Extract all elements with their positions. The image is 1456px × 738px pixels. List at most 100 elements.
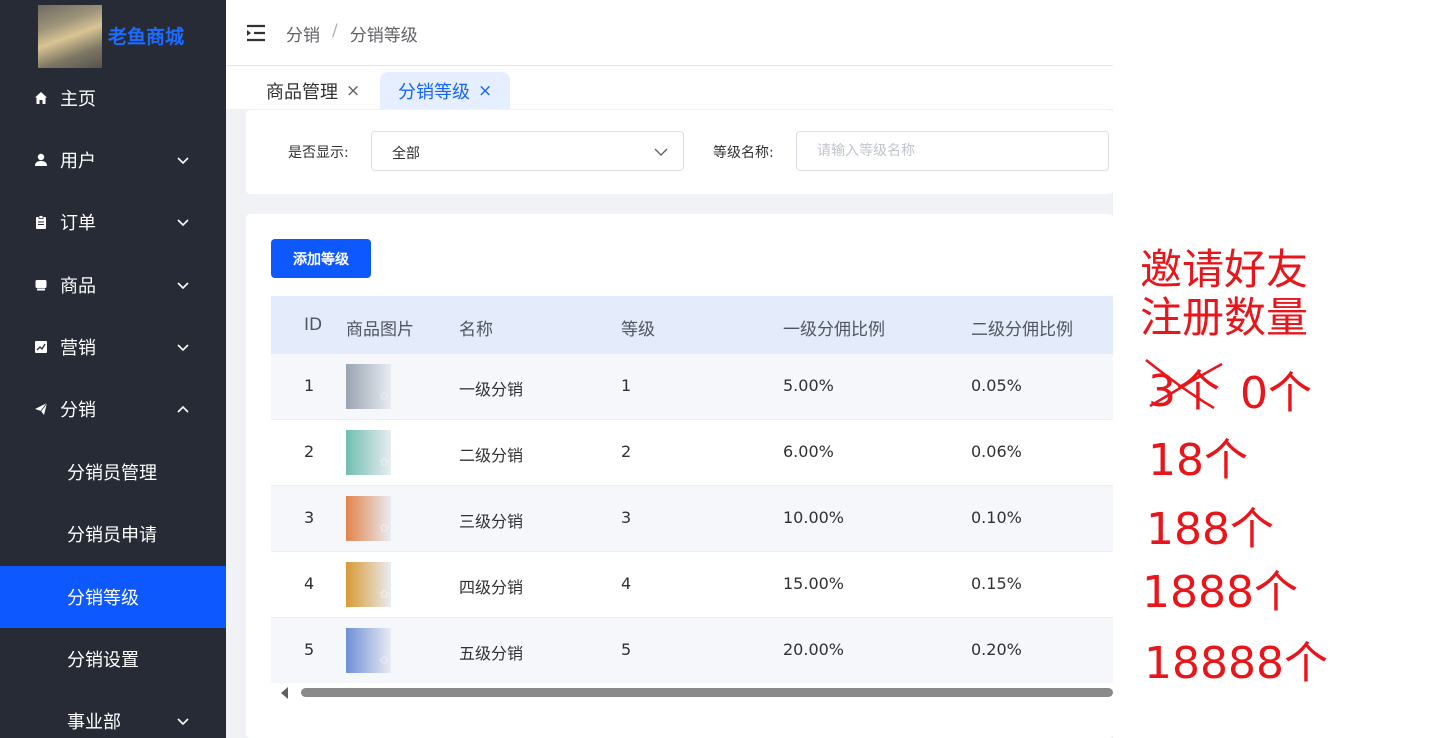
table-header: ID 商品图片 名称 等级 一级分佣比例 二级分佣比例 <box>271 296 1113 354</box>
table-row[interactable]: 2 二级分销 2 6.00% 0.06% ✩ <box>271 420 1113 486</box>
cell-level: 2 <box>621 442 632 461</box>
sidebar-subitem-label: 分销员申请 <box>67 525 157 546</box>
sidebar-item-products[interactable]: 商品 <box>0 254 226 316</box>
cell-rate2: 0.10% <box>971 508 1022 527</box>
sidebar-item-business-unit[interactable]: 事业部 <box>0 690 226 738</box>
medal-icon: ✩ <box>378 389 390 403</box>
column-header-rate2: 二级分佣比例 <box>971 320 1073 340</box>
cell-rate2: 0.15% <box>971 574 1022 593</box>
tab-label: 商品管理 <box>266 81 338 103</box>
tab-distribution-level[interactable]: 分销等级 × <box>380 72 511 109</box>
cell-id: 2 <box>304 442 315 461</box>
level-name-label: 等级名称: <box>713 145 774 161</box>
cell-rate2: 0.20% <box>971 640 1022 659</box>
table-row[interactable]: 1 一级分销 1 5.00% 0.05% ✩ <box>271 354 1113 420</box>
sidebar-item-home[interactable]: 主页 <box>0 67 226 129</box>
cell-name: 二级分销 <box>459 446 524 465</box>
sidebar: 老鱼商城 主页 用户 订单 商品 营销 分销 分销员管理 分销员申请 分销等级 … <box>0 0 226 738</box>
annotation-line: 18个 <box>1148 435 1248 486</box>
annotation-line: 1888个 <box>1142 567 1298 618</box>
sidebar-subitem-label: 分销设置 <box>67 650 139 671</box>
clipboard-icon <box>32 213 50 231</box>
cell-rate1: 20.00% <box>783 640 845 659</box>
chevron-down-icon <box>654 148 668 156</box>
cell-rate2: 0.05% <box>971 376 1022 395</box>
sidebar-subitem-label: 分销等级 <box>67 588 139 609</box>
table-row[interactable]: 4 四级分销 4 15.00% 0.15% ✩ <box>271 552 1113 618</box>
annotation-line: 188个 <box>1146 504 1274 555</box>
medal-icon: ✩ <box>378 587 390 601</box>
chevron-down-icon <box>177 157 189 165</box>
cell-rate1: 15.00% <box>783 574 845 593</box>
annotation-line: 0个 <box>1240 368 1312 419</box>
cell-id: 4 <box>304 574 315 593</box>
sidebar-subitem-label: 分销员管理 <box>67 463 157 484</box>
table-row[interactable]: 3 三级分销 3 10.00% 0.10% ✩ <box>271 486 1113 552</box>
tab-bar: 商品管理 × 分销等级 × <box>226 66 1113 109</box>
close-icon[interactable]: × <box>478 81 492 101</box>
cell-level: 3 <box>621 508 632 527</box>
admin-app: 老鱼商城 主页 用户 订单 商品 营销 分销 分销员管理 分销员申请 分销等级 … <box>0 0 1113 738</box>
sidebar-item-orders[interactable]: 订单 <box>0 191 226 253</box>
sidebar-subitem-distribution-settings[interactable]: 分销设置 <box>0 628 226 690</box>
scrollbar-thumb[interactable] <box>301 688 1113 697</box>
cell-id: 3 <box>304 508 315 527</box>
product-thumbnail[interactable]: ✩ <box>346 364 391 409</box>
close-icon[interactable]: × <box>346 81 360 101</box>
sidebar-item-label: 营销 <box>60 338 96 359</box>
chevron-down-icon <box>177 282 189 290</box>
column-header-rate1: 一级分佣比例 <box>783 320 885 340</box>
sidebar-subitem-distributor-apply[interactable]: 分销员申请 <box>0 503 226 565</box>
chart-icon <box>32 338 50 356</box>
sidebar-subitem-distributor-manage[interactable]: 分销员管理 <box>0 441 226 503</box>
logo-text: 老鱼商城 <box>108 26 185 48</box>
breadcrumb-item-distribution[interactable]: 分销 <box>286 21 320 46</box>
cell-level: 1 <box>621 376 632 395</box>
product-thumbnail[interactable]: ✩ <box>346 628 391 673</box>
filter-panel: 是否显示: 全部 等级名称: <box>246 110 1113 194</box>
cell-name: 一级分销 <box>459 380 524 399</box>
medal-icon: ✩ <box>378 455 390 469</box>
tab-label: 分销等级 <box>398 81 470 103</box>
sidebar-item-label: 订单 <box>60 213 96 234</box>
show-filter-label: 是否显示: <box>288 145 349 161</box>
add-level-button[interactable]: 添加等级 <box>271 239 371 278</box>
home-icon <box>32 89 50 107</box>
sidebar-item-label: 分销 <box>60 400 96 421</box>
product-thumbnail[interactable]: ✩ <box>346 496 391 541</box>
cell-name: 四级分销 <box>459 578 524 597</box>
sidebar-item-label: 主页 <box>60 89 96 110</box>
send-icon <box>32 400 50 418</box>
breadcrumb-item-current: 分销等级 <box>349 26 418 46</box>
logo-image <box>38 5 102 68</box>
user-icon <box>32 151 50 169</box>
chevron-down-icon <box>177 219 189 227</box>
sidebar-item-users[interactable]: 用户 <box>0 129 226 191</box>
chevron-down-icon <box>177 718 189 726</box>
menu-fold-icon[interactable] <box>246 24 266 42</box>
show-select[interactable]: 全部 <box>371 131 684 171</box>
cell-rate2: 0.06% <box>971 442 1022 461</box>
sidebar-item-distribution[interactable]: 分销 <box>0 378 226 440</box>
strikethrough-mark <box>1145 359 1223 410</box>
sidebar-subitem-distribution-level[interactable]: 分销等级 <box>0 566 226 628</box>
sidebar-item-marketing[interactable]: 营销 <box>0 316 226 378</box>
table-panel: 添加等级 ID 商品图片 名称 等级 一级分佣比例 二级分佣比例 1 一级分销 1 5… <box>246 214 1113 738</box>
product-thumbnail[interactable]: ✩ <box>346 430 391 475</box>
cell-level: 4 <box>621 574 632 593</box>
logo[interactable]: 老鱼商城 <box>0 0 226 70</box>
sidebar-item-label: 商品 <box>60 276 96 297</box>
horizontal-scrollbar[interactable] <box>271 683 1113 701</box>
column-header-image: 商品图片 <box>346 320 414 340</box>
scroll-left-icon[interactable] <box>281 687 288 699</box>
cell-id: 5 <box>304 640 315 659</box>
breadcrumb-separator: / <box>332 21 338 41</box>
sidebar-item-label: 用户 <box>60 151 96 172</box>
level-name-input[interactable] <box>796 131 1109 171</box>
cell-rate1: 10.00% <box>783 508 845 527</box>
table-row[interactable]: 5 五级分销 5 20.00% 0.20% ✩ <box>271 618 1113 684</box>
product-thumbnail[interactable]: ✩ <box>346 562 391 607</box>
chevron-down-icon <box>177 344 189 352</box>
cell-rate1: 5.00% <box>783 376 834 395</box>
tab-product-management[interactable]: 商品管理 × <box>248 72 378 109</box>
